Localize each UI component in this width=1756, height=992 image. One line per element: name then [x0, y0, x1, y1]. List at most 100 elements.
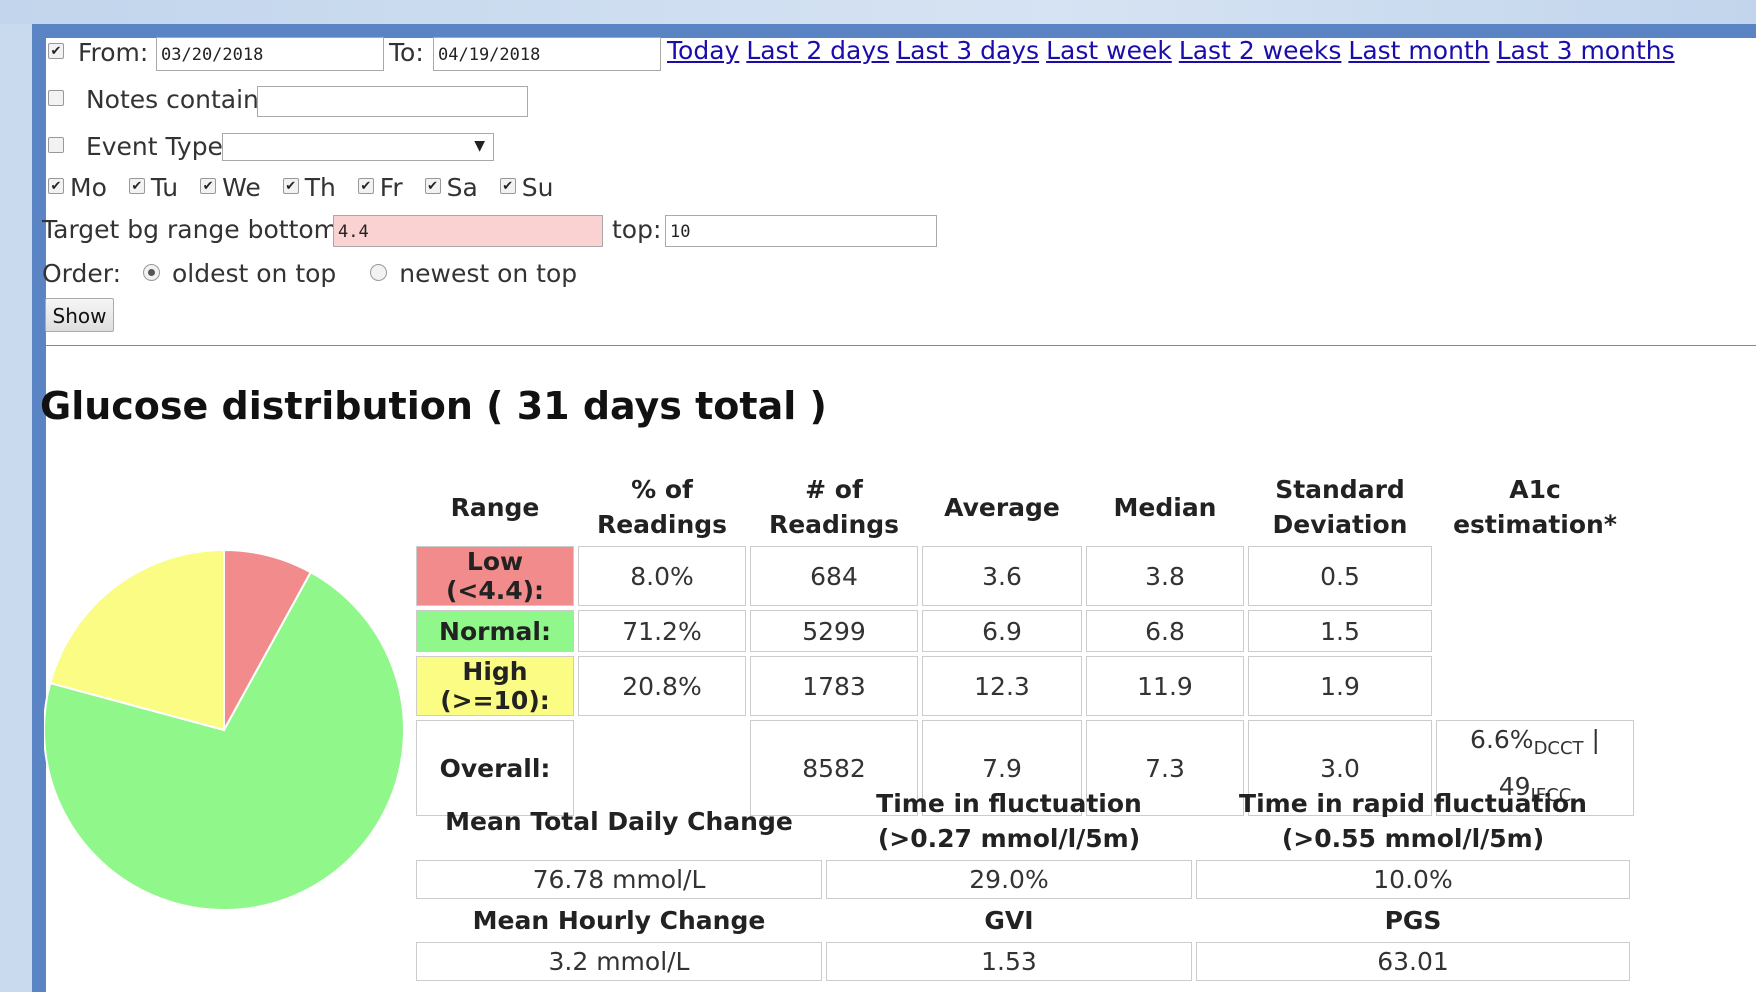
order-row: Order: oldest on top newest on top — [42, 259, 577, 289]
order-oldest-radio[interactable] — [142, 263, 160, 281]
link-last-2-days[interactable]: Last 2 days — [746, 36, 889, 65]
event-type-row: Event Type: — [48, 132, 231, 162]
header-a1c: A1c estimation* — [1453, 475, 1617, 539]
order-oldest-label: oldest on top — [171, 259, 337, 288]
cell-average: 6.9 — [922, 610, 1082, 652]
cell-sd: 1.9 — [1248, 656, 1432, 716]
order-label: Order: — [42, 259, 122, 288]
cell-empty — [1436, 656, 1634, 716]
header-median: Median — [1113, 492, 1217, 522]
link-last-3-months[interactable]: Last 3 months — [1497, 36, 1675, 65]
variability-table: Mean Total Daily Change Time in fluctuat… — [412, 782, 1634, 985]
day-label-sa: Sa — [446, 173, 478, 202]
target-top-label: top: — [612, 215, 662, 244]
day-label-tu: Tu — [150, 173, 179, 202]
from-label: From: — [77, 38, 149, 67]
order-newest-radio[interactable] — [370, 263, 388, 281]
day-checkbox-sa[interactable] — [424, 178, 441, 194]
value-gvi: 1.53 — [826, 942, 1192, 981]
day-checkbox-su[interactable] — [499, 178, 516, 194]
notes-label: Notes contain: — [85, 85, 268, 114]
table-row-high: High (>=10): 20.8% 1783 12.3 11.9 1.9 — [416, 656, 1634, 716]
stats-value-row-2: 3.2 mmol/L 1.53 63.01 — [416, 942, 1630, 981]
header-average: Average — [944, 492, 1060, 522]
notes-input[interactable] — [257, 86, 528, 117]
table-row-normal: Normal: 71.2% 5299 6.9 6.8 1.5 — [416, 610, 1634, 652]
value-mean-hourly-change: 3.2 mmol/L — [416, 942, 822, 981]
link-last-week[interactable]: Last week — [1046, 36, 1172, 65]
header-mean-hourly-change: Mean Hourly Change — [472, 906, 766, 935]
from-checkbox[interactable] — [48, 43, 64, 59]
day-checkbox-fr[interactable] — [357, 178, 374, 194]
link-last-month[interactable]: Last month — [1348, 36, 1489, 65]
event-type-select[interactable]: ▼ — [222, 133, 494, 161]
cell-pct: 20.8% — [578, 656, 746, 716]
link-last-3-days[interactable]: Last 3 days — [896, 36, 1039, 65]
day-label-we: We — [222, 173, 261, 202]
day-checkbox-th[interactable] — [282, 178, 299, 194]
cell-median: 11.9 — [1086, 656, 1244, 716]
cell-count: 1783 — [750, 656, 918, 716]
header-pct: % of Readings — [596, 475, 728, 539]
value-pgs: 63.01 — [1196, 942, 1630, 981]
quick-range-links: Today Last 2 days Last 3 days Last week Last… — [667, 36, 1682, 65]
distribution-table: Range % of Readings # of Readings Average … — [412, 468, 1638, 820]
stats-header-row-2: Mean Hourly Change GVI PGS — [416, 903, 1630, 938]
cell-sd: 0.5 — [1248, 546, 1432, 606]
stats-value-row-1: 76.78 mmol/L 29.0% 10.0% — [416, 860, 1630, 899]
target-bottom-label: Target bg range bottom: — [42, 215, 347, 244]
header-sd: Standard Deviation — [1272, 475, 1408, 539]
cell-empty — [1436, 546, 1634, 606]
cell-pct: 71.2% — [578, 610, 746, 652]
notes-row: Notes contain: — [48, 85, 267, 115]
divider — [46, 345, 1756, 346]
to-label: To: — [389, 38, 424, 67]
cell-pct: 8.0% — [578, 546, 746, 606]
cell-count: 5299 — [750, 610, 918, 652]
day-checkbox-mo[interactable] — [48, 178, 64, 194]
distribution-header-row: Range % of Readings # of Readings Average … — [416, 472, 1634, 542]
value-mean-total-daily-change: 76.78 mmol/L — [416, 860, 822, 899]
day-label-mo: Mo — [70, 173, 107, 202]
cell-average: 3.6 — [922, 546, 1082, 606]
notes-checkbox[interactable] — [48, 90, 64, 106]
day-label-su: Su — [521, 173, 554, 202]
header-range: Range — [450, 492, 540, 522]
header-mean-total-daily-change: Mean Total Daily Change — [445, 806, 793, 836]
stats-header-row-1: Mean Total Daily Change Time in fluctuat… — [416, 786, 1630, 856]
value-time-in-rapid-fluctuation: 10.0% — [1196, 860, 1630, 899]
order-newest-label: newest on top — [399, 259, 578, 288]
day-label-th: Th — [304, 173, 336, 202]
range-label-normal: Normal: — [416, 610, 574, 652]
header-pgs: PGS — [1384, 906, 1442, 935]
day-checkbox-tu[interactable] — [128, 178, 145, 194]
to-date-input[interactable]: 04/19/2018 — [433, 37, 661, 71]
header-count: # of Readings — [768, 475, 900, 539]
cell-median: 3.8 — [1086, 546, 1244, 606]
event-type-checkbox[interactable] — [48, 137, 64, 153]
day-label-fr: Fr — [379, 173, 403, 202]
target-bottom-input[interactable]: 4.4 — [333, 215, 603, 247]
event-type-label: Event Type: — [85, 132, 232, 161]
cell-median: 6.8 — [1086, 610, 1244, 652]
cell-empty — [1436, 610, 1634, 652]
dropdown-arrow-icon: ▼ — [474, 138, 485, 154]
target-top-input[interactable]: 10 — [665, 215, 937, 247]
show-button[interactable]: Show — [45, 298, 114, 332]
range-label-low: Low (<4.4): — [416, 546, 574, 606]
header-time-in-fluctuation: Time in fluctuation (>0.27 mmol/l/5m) — [876, 789, 1142, 853]
table-row-low: Low (<4.4): 8.0% 684 3.6 3.8 0.5 — [416, 546, 1634, 606]
range-label-high: High (>=10): — [416, 656, 574, 716]
link-today[interactable]: Today — [667, 36, 739, 65]
cell-sd: 1.5 — [1248, 610, 1432, 652]
from-row: From: — [48, 38, 148, 68]
link-last-2-weeks[interactable]: Last 2 weeks — [1179, 36, 1342, 65]
from-date-input[interactable]: 03/20/2018 — [156, 37, 384, 71]
cell-average: 12.3 — [922, 656, 1082, 716]
page-title: Glucose distribution ( 31 days total ) — [40, 384, 827, 428]
header-time-in-rapid-fluctuation: Time in rapid fluctuation (>0.55 mmol/l/5… — [1239, 789, 1587, 853]
day-checkbox-we[interactable] — [200, 178, 217, 194]
glucose-pie-chart — [44, 548, 404, 911]
desktop-background — [0, 0, 1756, 24]
header-gvi: GVI — [984, 906, 1034, 935]
